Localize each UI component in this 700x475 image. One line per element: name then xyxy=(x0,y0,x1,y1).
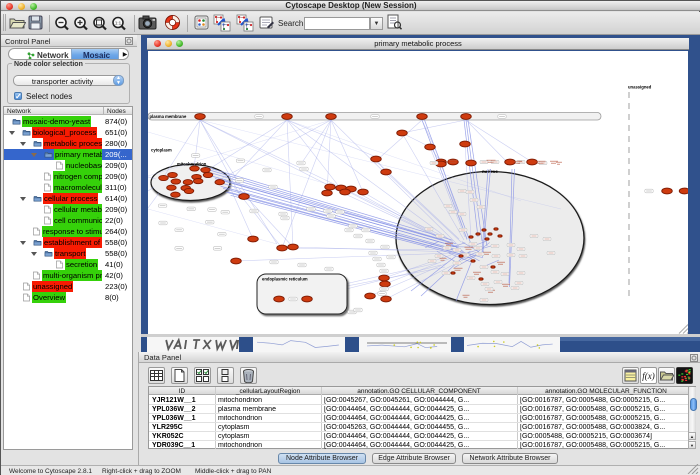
svg-text:1:1: 1:1 xyxy=(115,20,122,25)
svg-text:cytoplasm: cytoplasm xyxy=(151,148,172,153)
svg-text:endoplasmic reticulum: endoplasmic reticulum xyxy=(262,277,308,282)
svg-text:f(x): f(x) xyxy=(642,371,655,381)
svg-text:unassigned: unassigned xyxy=(628,85,652,90)
svg-text:plasma membrane: plasma membrane xyxy=(150,114,187,119)
